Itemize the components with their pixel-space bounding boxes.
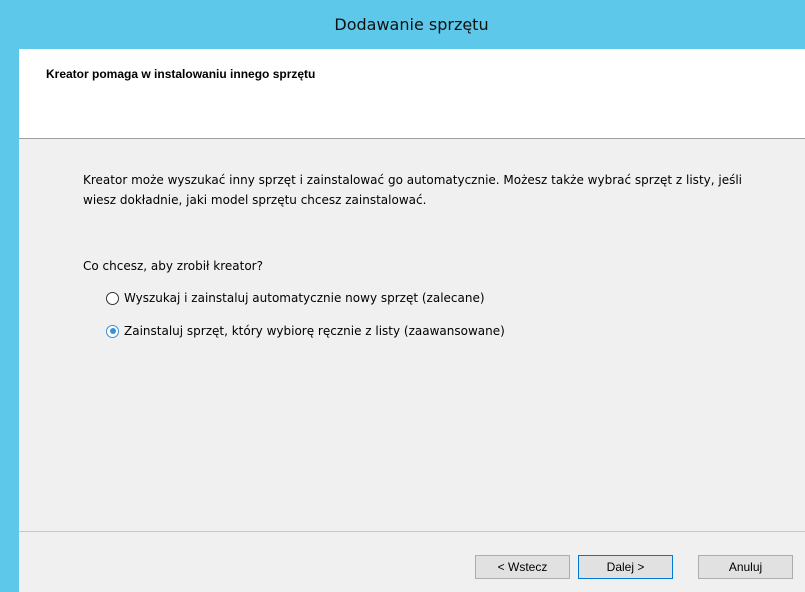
wizard-header-title: Kreator pomaga w instalowaniu innego spr… [46,67,316,81]
option-manual-install-label[interactable]: Zainstaluj sprzęt, który wybiorę ręcznie… [124,324,505,338]
wizard-header: Kreator pomaga w instalowaniu innego spr… [19,49,805,139]
wizard-description: Kreator może wyszukać inny sprzęt i zain… [83,173,743,207]
wizard-question: Co chcesz, aby zrobił kreator? [83,259,263,273]
window-title: Dodawanie sprzętu [334,15,489,34]
radio-auto-install[interactable] [106,291,119,305]
next-button[interactable]: Dalej > [578,555,673,579]
add-hardware-wizard-window: Dodawanie sprzętu Kreator pomaga w insta… [0,0,805,592]
option-auto-install-label[interactable]: Wyszukaj i zainstaluj automatycznie nowy… [124,291,485,305]
option-manual-install[interactable]: Zainstaluj sprzęt, który wybiorę ręcznie… [106,322,505,340]
cancel-button[interactable]: Anuluj [698,555,793,579]
radio-manual-install[interactable] [106,324,119,338]
option-auto-install[interactable]: Wyszukaj i zainstaluj automatycznie nowy… [106,289,485,307]
title-bar[interactable]: Dodawanie sprzętu [0,0,805,49]
back-button[interactable]: < Wstecz [475,555,570,579]
footer-separator [19,531,805,532]
wizard-client-area: Kreator pomaga w instalowaniu innego spr… [19,49,805,592]
